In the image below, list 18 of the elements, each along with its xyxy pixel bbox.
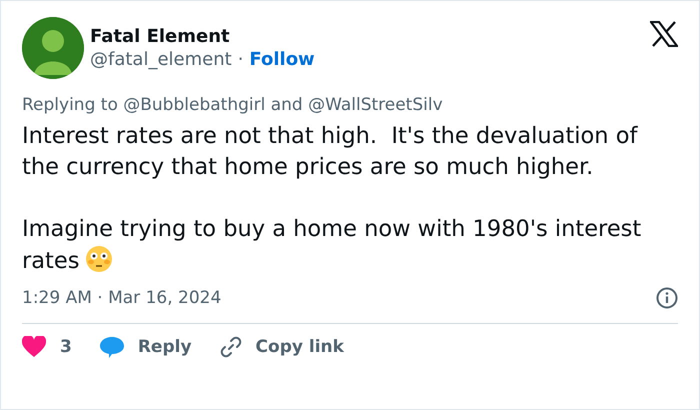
- timestamp[interactable]: 1:29 AM · Mar 16, 2024: [22, 288, 222, 308]
- copy-button[interactable]: Copy link: [220, 336, 344, 358]
- separator-dot: ·: [238, 49, 244, 70]
- link-icon: [220, 336, 242, 358]
- author-name: Fatal Element: [90, 26, 231, 47]
- x-logo-icon[interactable]: [650, 21, 678, 47]
- author-handle: @fatal_element: [90, 49, 232, 70]
- tweet-text: Imagine trying to buy a home now with 1980's interest rates: [22, 215, 642, 276]
- avatar-image: [22, 17, 84, 79]
- replying-to-text: Replying to @Bubblebathgirl and @WallStreetSilv: [22, 95, 444, 115]
- reply-button[interactable]: Reply: [100, 336, 192, 358]
- flushed-face-icon: [85, 245, 114, 273]
- speech-bubble-icon: [100, 336, 124, 358]
- heart-icon: [22, 336, 46, 358]
- tweet-text: Interest rates are not that high. It's the devaluation of the currency that home prices are so much higher.: [22, 122, 639, 182]
- like-button[interactable]: 3: [22, 336, 72, 358]
- follow-link[interactable]: Follow: [249, 49, 315, 70]
- info-icon[interactable]: [656, 287, 678, 309]
